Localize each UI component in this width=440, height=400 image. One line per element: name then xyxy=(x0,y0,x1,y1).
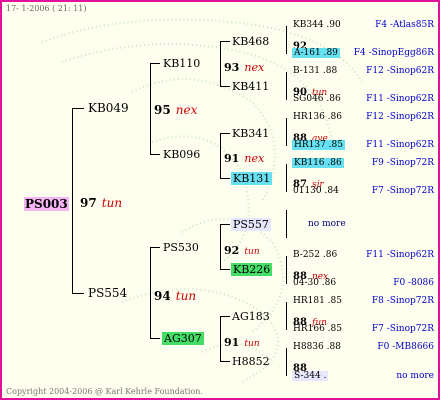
gen2-branch-2a xyxy=(220,133,230,134)
root-connector xyxy=(72,108,73,294)
gen2-note-4: tun xyxy=(244,339,260,349)
gen2-node-3[interactable]: PS530 xyxy=(163,241,199,254)
gen4-2-line3[interactable]: SG046 .86 xyxy=(293,94,341,104)
gen2-branch-1b xyxy=(220,86,230,87)
gen3-bracket-8 xyxy=(286,348,287,376)
root-score: 97 xyxy=(80,196,97,210)
gen2-connector-1 xyxy=(220,41,221,87)
gen4-8-line1-src: F0 -MB8666 xyxy=(377,342,434,352)
header-date: 17- 1-2006 ( 21: 11) xyxy=(6,4,87,13)
gen2-connector-4 xyxy=(220,316,221,362)
gen4-5-no-more: no more xyxy=(308,219,346,229)
gen3-bracket-1 xyxy=(286,26,287,54)
gen3-node-3[interactable]: KB341 xyxy=(232,127,269,140)
gen4-7-line1[interactable]: HR181 .85 xyxy=(293,296,342,306)
root-branch-bottom xyxy=(72,293,84,294)
gen4-3-line3-src: F11 -Sinop62R xyxy=(366,140,434,150)
gen2-node-4[interactable]: AG307 xyxy=(162,332,204,345)
gen3-bracket-5 xyxy=(286,210,287,238)
gen2-score-1: 93 xyxy=(224,61,240,74)
gen4-3-line3[interactable]: HR137 .85 xyxy=(292,140,345,150)
gen4-6-line3-src: F0 -8086 xyxy=(393,278,434,288)
gen3-node-8[interactable]: H8852 xyxy=(232,355,270,368)
gen2-branch-3a xyxy=(220,224,230,225)
gen1-note-1: nex xyxy=(175,103,198,117)
gen1-top-branch-b xyxy=(150,154,160,155)
gen1-node-1[interactable]: KB049 xyxy=(88,101,129,115)
pedigree-frame: 17- 1-2006 ( 21: 11) PS003 97 tun KB049 … xyxy=(0,0,440,400)
gen3-bracket-7 xyxy=(286,302,287,330)
root-branch-top xyxy=(72,108,84,109)
gen1-score-group-1: 95 nex xyxy=(154,99,197,118)
gen2-score-3: 92 xyxy=(224,244,240,257)
gen3-node-1[interactable]: KB468 xyxy=(232,35,269,48)
gen4-6-line1-src: F11 -Sinop62R xyxy=(366,250,434,260)
gen4-4-line3[interactable]: 01130 .84 xyxy=(293,186,339,196)
gen4-2-line3-src: F11 -Sinop62R xyxy=(366,94,434,104)
gen4-4-line1-src: F9 -Sinop72R xyxy=(371,158,434,168)
gen1-top-connector xyxy=(150,63,151,155)
gen3-node-5[interactable]: PS557 xyxy=(231,218,271,231)
gen2-note-3: tun xyxy=(244,247,260,257)
gen1-top-branch-a xyxy=(150,63,160,64)
gen3-bracket-2 xyxy=(286,72,287,100)
gen4-7-line3-src: F7 -Sinop72R xyxy=(371,324,434,334)
gen3-node-4[interactable]: KB131 xyxy=(231,172,273,185)
gen4-2-line1-src: F12 -Sinop62R xyxy=(366,66,434,76)
gen4-6-line3[interactable]: 04-30 .86 xyxy=(293,278,336,288)
gen2-score-group-3: 92 tun xyxy=(224,239,260,258)
root-node[interactable]: PS003 xyxy=(24,193,69,212)
gen2-branch-2b xyxy=(220,178,230,179)
gen2-branch-4a xyxy=(220,316,230,317)
gen4-1-line1-src: F4 -Atlas85R xyxy=(375,20,434,30)
gen2-branch-4b xyxy=(220,361,230,362)
gen4-3-line1[interactable]: HR136 .86 xyxy=(293,112,342,122)
gen4-7-line1-src: F8 -Sinop72R xyxy=(371,296,434,306)
gen4-6-line1[interactable]: B-252 .86 xyxy=(293,250,337,260)
gen4-7-line3[interactable]: HR166 .85 xyxy=(293,324,342,334)
gen1-node-2[interactable]: PS554 xyxy=(88,286,127,300)
gen1-bottom-connector xyxy=(150,247,151,339)
gen4-8-line3[interactable]: S-344 . xyxy=(292,371,329,381)
gen3-node-7[interactable]: AG183 xyxy=(232,310,270,323)
root-score-group: 97 tun xyxy=(80,192,122,211)
footer-copyright: Copyright 2004-2006 @ Karl Kehrle Founda… xyxy=(6,387,203,396)
gen2-note-2: nex xyxy=(244,152,265,165)
gen4-1-line3-src: F4 -SinopEgg86R xyxy=(353,48,434,58)
gen4-2-line1[interactable]: B-131 .88 xyxy=(293,66,337,76)
gen3-bracket-6 xyxy=(286,256,287,284)
gen2-score-group-1: 93 nex xyxy=(224,56,264,75)
gen1-score-group-2: 94 tun xyxy=(154,285,196,304)
gen4-4-line3-src: F7 -Sinop72R xyxy=(371,186,434,196)
root-note: tun xyxy=(101,196,123,210)
gen2-connector-2 xyxy=(220,133,221,179)
gen2-connector-3 xyxy=(220,224,221,270)
gen4-1-line3[interactable]: A-161 .89 xyxy=(292,48,340,58)
gen1-bottom-branch-b xyxy=(150,338,160,339)
gen2-node-2[interactable]: KB096 xyxy=(163,148,200,161)
gen4-1-line1[interactable]: KB344 .90 xyxy=(293,20,341,30)
gen4-8-line3-src: no more xyxy=(396,371,434,381)
gen2-score-2: 91 xyxy=(224,152,240,165)
gen3-bracket-4 xyxy=(286,164,287,192)
gen1-note-2: tun xyxy=(175,289,197,303)
gen4-3-line1-src: F12 -Sinop62R xyxy=(366,112,434,122)
gen2-branch-1a xyxy=(220,41,230,42)
gen1-score-2: 94 xyxy=(154,289,171,303)
gen4-4-line1[interactable]: KB116 .86 xyxy=(292,158,344,168)
gen1-score-1: 95 xyxy=(154,103,171,117)
gen2-score-4: 91 xyxy=(224,336,240,349)
gen4-8-line1[interactable]: H8836 .88 xyxy=(293,342,341,352)
gen2-branch-3b xyxy=(220,269,230,270)
gen1-bottom-branch-a xyxy=(150,247,160,248)
gen3-bracket-3 xyxy=(286,118,287,146)
gen2-score-group-4: 91 tun xyxy=(224,331,260,350)
gen3-node-6[interactable]: KB226 xyxy=(231,263,273,276)
gen2-score-group-2: 91 nex xyxy=(224,147,264,166)
gen3-node-2[interactable]: KB411 xyxy=(232,80,269,93)
gen2-node-1[interactable]: KB110 xyxy=(163,57,200,70)
gen2-note-1: nex xyxy=(244,61,265,74)
root-id: PS003 xyxy=(24,197,69,211)
